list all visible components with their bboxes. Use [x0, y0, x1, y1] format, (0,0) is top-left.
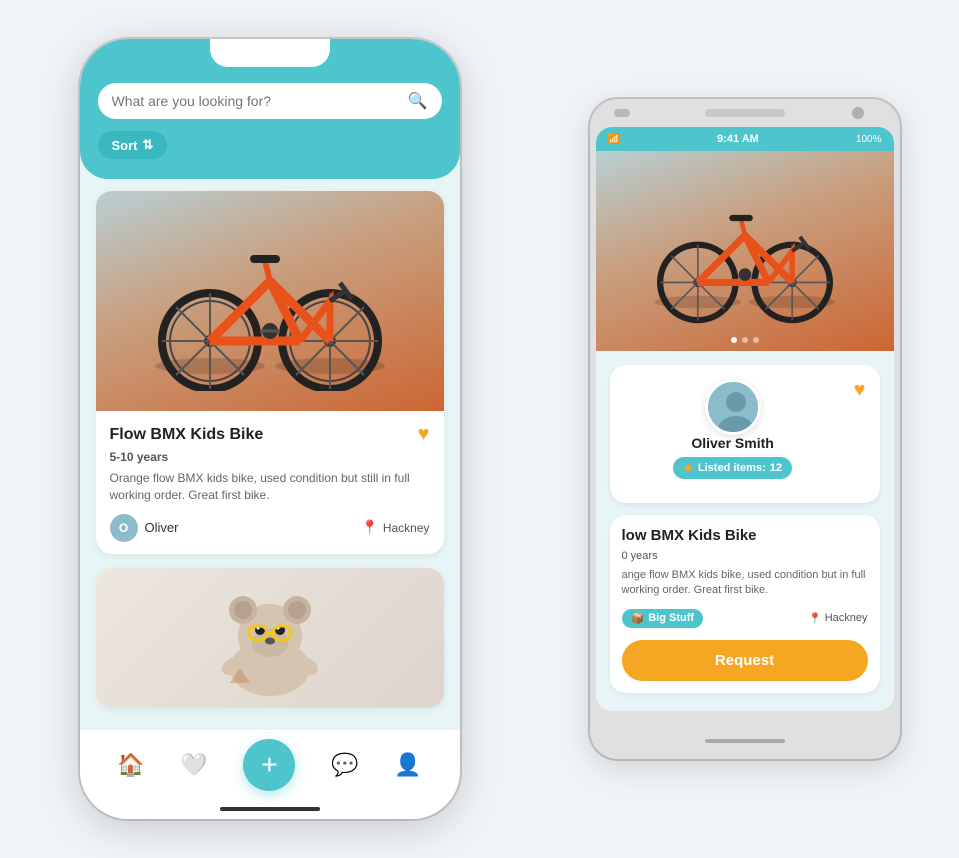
bike-card-image	[96, 191, 444, 411]
bike-card-body: Flow BMX Kids Bike ♥ 5-10 years Orange f…	[96, 411, 444, 554]
bike-card-favorite-icon[interactable]: ♥	[418, 423, 430, 446]
scene: 🔍 Sort ⇅	[30, 19, 930, 839]
battery-icon: 100%	[856, 134, 882, 145]
iphone-screen: 🔍 Sort ⇅	[80, 39, 460, 819]
search-input[interactable]	[112, 93, 408, 109]
android-camera-dot	[852, 107, 864, 119]
dot-2	[742, 337, 748, 343]
bear-image-placeholder	[96, 568, 444, 708]
android-bike-placeholder	[596, 151, 894, 351]
iphone-content: Flow BMX Kids Bike ♥ 5-10 years Orange f…	[80, 179, 460, 809]
bike-card-avatar: O	[110, 514, 138, 542]
bottom-nav: 🏠 🤍 + 💬 👤	[80, 729, 460, 819]
home-indicator	[220, 807, 320, 811]
seller-header: Oliver Smith ★ Listed items: 12 ♥	[624, 379, 866, 479]
item-card-age: 0 years	[622, 550, 868, 562]
nav-favorites-icon[interactable]: 🤍	[180, 752, 207, 778]
bear-svg	[205, 578, 335, 698]
bike-card-location: 📍 Hackney	[361, 519, 429, 536]
bike-card-footer: O Oliver 📍 Hackney	[110, 514, 430, 542]
bike-card-age: 5-10 years	[110, 450, 430, 464]
bike-card-user: O Oliver	[110, 514, 179, 542]
seller-favorite-icon[interactable]: ♥	[854, 379, 866, 402]
bike-card-title: Flow BMX Kids Bike	[110, 426, 264, 444]
android-speaker	[614, 109, 630, 117]
sort-label: Sort	[112, 138, 138, 153]
seller-avatar	[705, 379, 761, 435]
item-card-footer: 📦 Big Stuff 📍 Hackney	[622, 609, 868, 628]
seller-card: Oliver Smith ★ Listed items: 12 ♥	[610, 365, 880, 503]
category-label: Big Stuff	[648, 612, 694, 624]
category-badge: 📦 Big Stuff	[622, 609, 704, 628]
bike-svg	[130, 211, 410, 391]
android-device: 📶 9:41 AM 100%	[590, 99, 900, 759]
nav-home-icon[interactable]: 🏠	[117, 752, 144, 778]
dot-3	[753, 337, 759, 343]
item-detail-card: low BMX Kids Bike 0 years ange flow BMX …	[610, 515, 880, 693]
listed-badge: ★ Listed items: 12	[673, 457, 792, 479]
bear-card-image	[96, 568, 444, 708]
item-card-description: ange flow BMX kids bike, used condition …	[622, 568, 868, 599]
nav-add-icon: +	[261, 749, 277, 781]
android-bike-image	[596, 151, 894, 351]
bike-card-location-text: Hackney	[383, 521, 430, 535]
seller-name: Oliver Smith	[691, 435, 773, 451]
iphone-device: 🔍 Sort ⇅	[80, 39, 460, 819]
status-time: 9:41 AM	[717, 133, 759, 145]
android-body: Oliver Smith ★ Listed items: 12 ♥ l	[596, 351, 894, 707]
android-bike-svg	[635, 171, 855, 331]
listed-count: 12	[770, 462, 782, 474]
item-pin-icon: 📍	[808, 612, 822, 625]
android-camera-bar	[705, 109, 785, 117]
bike-card-username: Oliver	[145, 520, 179, 535]
item-card-title: low BMX Kids Bike	[622, 527, 757, 544]
badge-star-icon: ★	[683, 461, 694, 475]
item-location-text: Hackney	[825, 612, 868, 624]
listed-label: Listed items:	[698, 462, 766, 474]
item-location: 📍 Hackney	[808, 612, 868, 625]
nav-profile-icon[interactable]: 👤	[394, 752, 421, 778]
android-home-bar	[705, 739, 785, 743]
seller-avatar-svg	[708, 382, 761, 435]
nav-add-button[interactable]: +	[243, 739, 295, 791]
bike-card-description: Orange flow BMX kids bike, used conditio…	[110, 470, 430, 504]
category-icon: 📦	[631, 612, 645, 625]
location-pin-icon: 📍	[361, 519, 378, 536]
android-status-bar: 📶 9:41 AM 100%	[596, 127, 894, 151]
sort-button[interactable]: Sort ⇅	[98, 131, 168, 159]
bike-image-placeholder	[96, 191, 444, 411]
image-pagination-dots	[731, 337, 759, 343]
search-bar[interactable]: 🔍	[98, 83, 442, 119]
search-icon: 🔍	[408, 91, 428, 111]
wifi-status-icon: 📶	[608, 134, 620, 145]
bike-card[interactable]: Flow BMX Kids Bike ♥ 5-10 years Orange f…	[96, 191, 444, 554]
iphone-notch	[210, 39, 330, 67]
request-button[interactable]: Request	[622, 640, 868, 681]
nav-messages-icon[interactable]: 💬	[331, 752, 358, 778]
dot-1	[731, 337, 737, 343]
bear-card[interactable]	[96, 568, 444, 708]
status-icons: 100%	[856, 134, 882, 145]
sort-icon: ⇅	[143, 137, 154, 153]
android-screen: 📶 9:41 AM 100%	[596, 127, 894, 711]
